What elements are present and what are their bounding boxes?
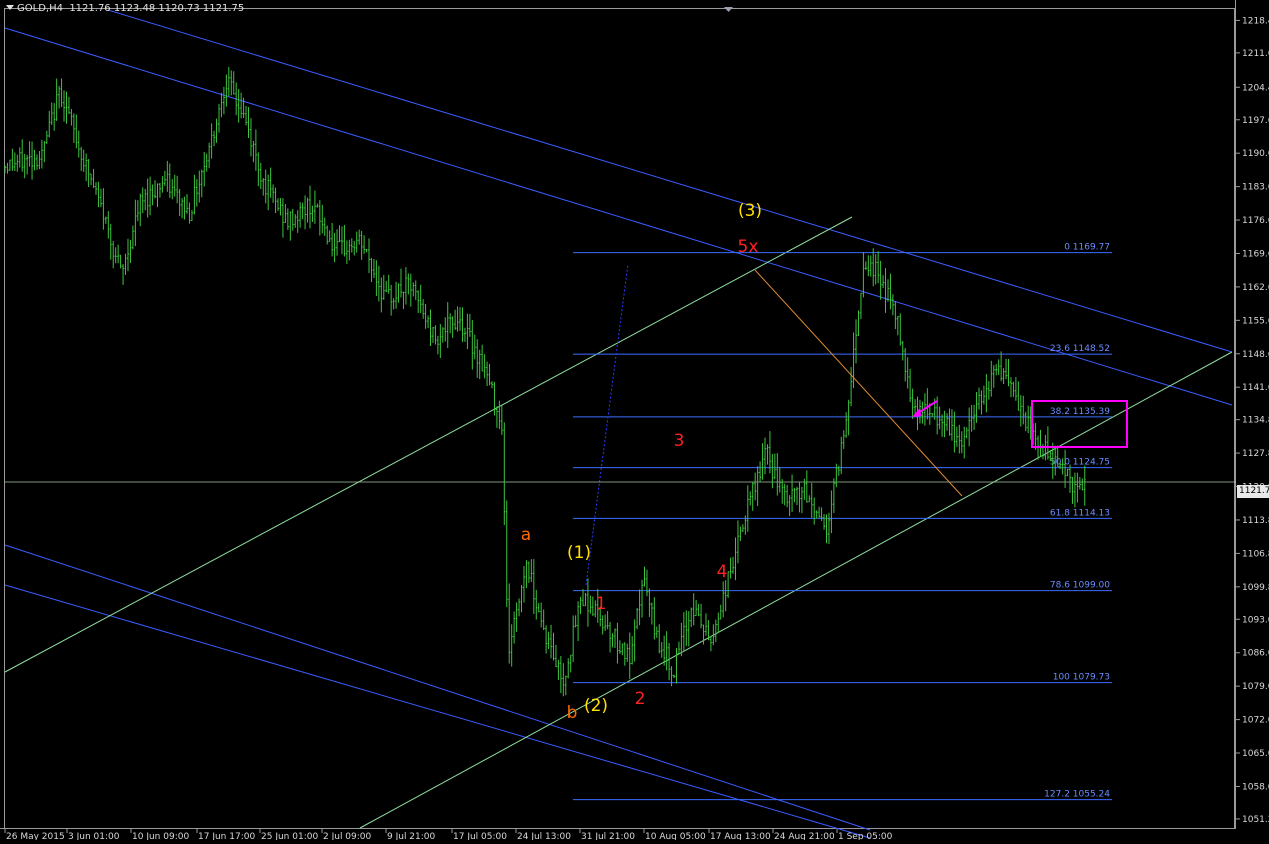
price-chart[interactable]: 0 1169.77 23.6 1148.52 38.2 1135.39 50.0 11… [0,0,1269,842]
arrow-head-icon [912,409,922,417]
y-tick-label: 1093.0 [1242,615,1269,625]
x-tick-label: 17 Aug 13:00 [710,832,771,840]
y-tick-label: 1099.8 [1242,583,1269,593]
y-tick-label: 1141.6 [1242,383,1269,393]
y-tick-label: 1155.6 [1242,316,1269,326]
fib-level-label: 23.6 1148.52 [1050,344,1110,354]
symbol-label: GOLD,H4 [17,3,63,14]
x-tick-label: 10 Jun 09:00 [132,832,189,840]
dotted-trend-line[interactable] [585,263,629,586]
current-price-box: 1121.7 [1237,485,1269,498]
y-tick-label: 1065.0 [1242,749,1269,759]
channel-line-green[interactable] [4,216,853,673]
x-tick-label: 17 Jun 17:00 [198,832,255,840]
fib-level-label: 38.2 1135.39 [1050,407,1110,417]
x-tick-label: 1 Sep 05:00 [838,832,893,840]
x-tick-label: 3 Jun 01:00 [68,832,120,840]
y-tick-label: 1051.2 [1242,815,1269,825]
x-tick-label: 2 Jul 09:00 [323,832,372,840]
x-tick-label: 9 Jul 21:00 [387,832,436,840]
wave-label: 5x [738,237,759,257]
y-tick-label: 1162.6 [1242,283,1269,293]
x-tick-label: 26 May 2015 [6,832,65,840]
x-tick-label: 17 Jul 05:00 [453,832,507,840]
wave-label: 2 [635,689,646,709]
orange-trend-line[interactable] [754,269,963,497]
plot-frame [4,8,1235,829]
y-tick-label: 1211.6 [1242,49,1269,59]
wave-label: 1 [596,594,607,614]
wave-label: b [567,703,578,723]
channel-line-blue[interactable] [4,544,871,831]
y-tick-label: 1148.6 [1242,350,1269,360]
wave-label: a [521,525,531,545]
y-tick-label: 1134.8 [1242,416,1269,426]
wave-label: 4 [717,562,728,582]
wave-label: (2) [584,696,608,716]
fib-level-label: 61.8 1114.13 [1050,508,1110,518]
wave-label: (1) [567,543,591,563]
chart-header: GOLD,H4 1121.76 1123.48 1120.73 1121.75 [6,3,244,14]
x-tick-label: 31 Jul 21:00 [581,832,635,840]
wave-label: 3 [674,431,685,451]
y-tick-label: 1058.0 [1242,782,1269,792]
y-tick-label: 1218.4 [1242,16,1269,26]
y-tick-label: 1183.6 [1242,183,1269,193]
y-tick-label: 1190.6 [1242,149,1269,159]
y-tick-label: 1079.0 [1242,682,1269,692]
fib-level-label: 78.6 1099.00 [1050,581,1110,591]
y-tick-label: 1127.8 [1242,449,1269,459]
y-tick-label: 1072.0 [1242,716,1269,726]
x-tick-label: 10 Aug 05:00 [645,832,706,840]
ohlc-values: 1121.76 1123.48 1120.73 1121.75 [69,3,245,14]
y-tick-label: 1204.4 [1242,83,1269,93]
fib-level-label: 0 1169.77 [1064,243,1110,253]
fib-level-label: 100 1079.73 [1053,673,1110,683]
x-tick-label: 24 Aug 21:00 [774,832,835,840]
shift-marker-icon[interactable] [724,7,733,12]
channel-line-blue[interactable] [107,9,1233,353]
y-tick-label: 1086.0 [1242,649,1269,659]
fib-level-label: 50.0 1124.75 [1050,458,1110,468]
wave-label: (3) [738,201,762,221]
y-tick-label: 1197.6 [1242,116,1269,126]
y-tick-label: 1176.6 [1242,216,1269,226]
y-tick-label: 1113.8 [1242,516,1269,526]
x-tick-label: 24 Jul 13:00 [517,832,571,840]
x-tick-label: 25 Jun 01:00 [261,832,318,840]
y-tick-label: 1106.8 [1242,549,1269,559]
fib-level-label: 127.2 1055.24 [1044,790,1110,800]
dropdown-triangle-icon[interactable] [6,5,14,10]
chart-area[interactable]: 0 1169.77 23.6 1148.52 38.2 1135.39 50.0 11… [0,0,1269,842]
y-tick-label: 1169.6 [1242,249,1269,259]
